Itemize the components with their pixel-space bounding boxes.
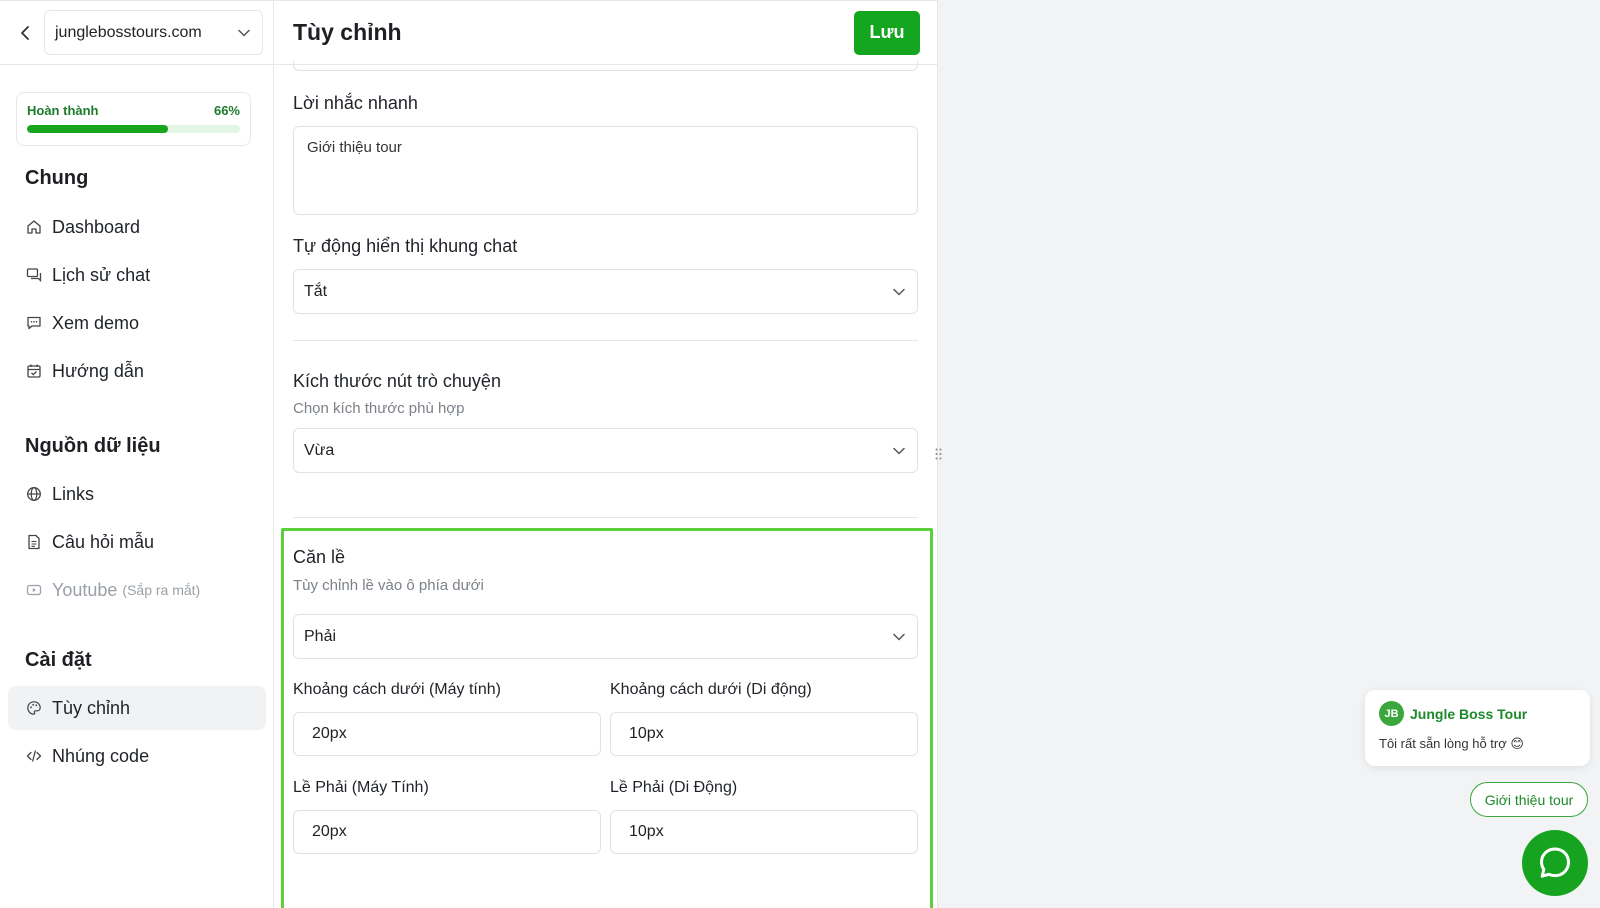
- alignment-label: Căn lề: [293, 547, 346, 567]
- right-desktop-input[interactable]: 20px: [293, 810, 601, 854]
- sidebar-item-embed-code[interactable]: Nhúng code: [8, 734, 266, 778]
- button-size-value: Vừa: [304, 441, 335, 459]
- sidebar-item-dashboard[interactable]: Dashboard: [8, 205, 266, 249]
- drag-handle-icon: [935, 448, 942, 460]
- back-button[interactable]: [12, 20, 38, 46]
- globe-icon: [26, 486, 42, 502]
- sidebar-item-label: Hướng dẫn: [52, 360, 144, 381]
- divider: [293, 340, 918, 341]
- sidebar-item-chat-history[interactable]: Lịch sử chat: [8, 253, 266, 297]
- auto-show-label: Tự động hiển thị khung chat: [293, 236, 518, 256]
- sidebar-item-label: Lịch sử chat: [52, 264, 151, 285]
- sidebar: junglebosstours.com Hoàn thành 66% Chung…: [0, 1, 274, 908]
- site-select-value: junglebosstours.com: [55, 23, 202, 41]
- progress-fill: [27, 125, 168, 133]
- progress-bar: [27, 125, 240, 133]
- divider: [293, 517, 918, 518]
- chevron-down-icon: [893, 633, 905, 641]
- progress-card: Hoàn thành 66%: [16, 92, 251, 146]
- document-icon: [26, 534, 42, 550]
- right-desktop-value: 20px: [312, 823, 347, 840]
- chevron-down-icon: [238, 29, 250, 37]
- greeting-text: Tôi rất sẵn lòng hỗ trợ 😊: [1379, 736, 1524, 751]
- bot-name: Jungle Boss Tour: [1410, 705, 1528, 722]
- sidebar-item-guide[interactable]: Hướng dẫn: [8, 349, 266, 393]
- nav-section-settings: Cài đặt Tùy chỉnh Nhúng code: [0, 649, 274, 778]
- quick-prompt-textarea[interactable]: Giới thiệu tour: [293, 126, 918, 215]
- sidebar-item-youtube: Youtube (Sắp ra mắt): [8, 568, 266, 612]
- auto-show-value: Tắt: [304, 282, 328, 300]
- app-window: junglebosstours.com Hoàn thành 66% Chung…: [0, 0, 938, 908]
- quick-prompt-label: Lời nhắc nhanh: [293, 93, 418, 113]
- nav-section-title: Nguồn dữ liệu: [25, 435, 161, 457]
- chat-greeting-bubble: JB Jungle Boss Tour Tôi rất sẵn lòng hỗ …: [1365, 690, 1590, 766]
- calendar-check-icon: [26, 363, 42, 379]
- bottom-mobile-label: Khoảng cách dưới (Di động): [610, 681, 812, 698]
- sidebar-item-label: Youtube: [52, 579, 118, 600]
- main-panel: Tùy chỉnh Lưu Lời nhắc nhanh Giới thiệu …: [274, 1, 938, 908]
- palette-icon: [26, 700, 42, 716]
- chat-history-icon: [26, 267, 42, 283]
- sidebar-item-label: Tùy chỉnh: [52, 697, 131, 718]
- chevron-down-icon: [893, 447, 905, 455]
- main-header: Tùy chỉnh Lưu: [274, 1, 938, 65]
- page-title: Tùy chỉnh: [293, 19, 402, 45]
- chevron-left-icon: [21, 25, 29, 40]
- bottom-desktop-value: 20px: [312, 725, 347, 742]
- right-desktop-label: Lề Phải (Máy Tính): [293, 779, 429, 796]
- progress-value: 66%: [213, 103, 240, 118]
- alignment-hint: Tùy chỉnh lề vào ô phía dưới: [293, 577, 484, 594]
- site-select[interactable]: junglebosstours.com: [44, 10, 263, 55]
- right-mobile-input[interactable]: 10px: [610, 810, 918, 854]
- sidebar-item-demo[interactable]: Xem demo: [8, 301, 266, 345]
- button-size-hint: Chọn kích thước phù hợp: [293, 400, 465, 417]
- sidebar-item-customize[interactable]: Tùy chỉnh: [8, 686, 266, 730]
- right-mobile-value: 10px: [629, 823, 664, 840]
- bot-avatar: JB: [1379, 701, 1404, 726]
- panel-resize-handle[interactable]: [934, 447, 943, 461]
- button-size-label: Kích thước nút trò chuyện: [293, 371, 501, 391]
- quick-prompt-button[interactable]: Giới thiệu tour: [1470, 782, 1588, 817]
- alignment-select[interactable]: Phải: [293, 614, 918, 659]
- youtube-icon: [26, 582, 42, 598]
- chat-bubble-icon: [1540, 847, 1570, 878]
- sidebar-item-links[interactable]: Links: [8, 472, 266, 516]
- previous-textarea-edge: [293, 61, 918, 71]
- auto-show-select[interactable]: Tắt: [293, 269, 918, 314]
- progress-label: Hoàn thành: [27, 103, 99, 118]
- bottom-mobile-input[interactable]: 10px: [610, 712, 918, 756]
- nav-section-title: Chung: [25, 167, 89, 189]
- nav-section-data-sources: Nguồn dữ liệu Links Câu hỏi mẫu Youtube …: [0, 435, 274, 612]
- nav-section-title: Cài đặt: [25, 649, 92, 671]
- bottom-desktop-label: Khoảng cách dưới (Máy tính): [293, 681, 501, 698]
- bottom-mobile-value: 10px: [629, 725, 664, 742]
- sidebar-item-label: Nhúng code: [52, 745, 150, 766]
- code-icon: [26, 748, 42, 764]
- chat-launcher-button[interactable]: [1522, 830, 1588, 896]
- alignment-value: Phải: [304, 627, 337, 645]
- sidebar-item-label: Dashboard: [52, 216, 141, 237]
- sidebar-item-label: Câu hỏi mẫu: [52, 531, 155, 552]
- chevron-down-icon: [893, 288, 905, 296]
- coming-soon-label: (Sắp ra mắt): [122, 582, 201, 598]
- message-icon: [26, 315, 42, 331]
- sidebar-item-sample-questions[interactable]: Câu hỏi mẫu: [8, 520, 266, 564]
- button-size-select[interactable]: Vừa: [293, 428, 918, 473]
- right-mobile-label: Lề Phải (Di Động): [610, 779, 738, 796]
- sidebar-item-label: Links: [52, 483, 95, 504]
- sidebar-item-label: Xem demo: [52, 312, 140, 333]
- nav-section-general: Chung Dashboard Lịch sử chat Xem demo Hư…: [0, 167, 274, 393]
- save-button[interactable]: Lưu: [854, 10, 920, 55]
- home-icon: [26, 219, 42, 235]
- sidebar-header: junglebosstours.com: [0, 1, 273, 65]
- bottom-desktop-input[interactable]: 20px: [293, 712, 601, 756]
